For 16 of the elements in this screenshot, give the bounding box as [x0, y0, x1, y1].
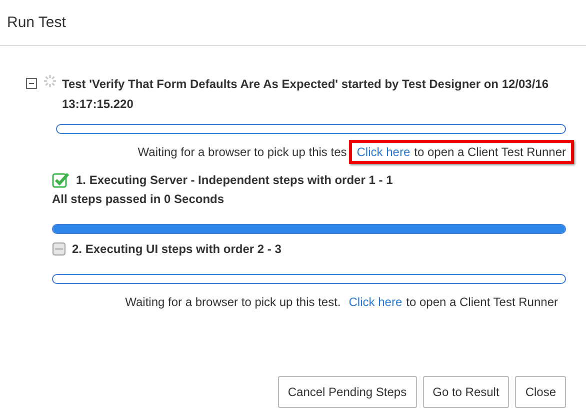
click-here-link[interactable]: Click here [348, 295, 402, 309]
window-title: Run Test [7, 14, 66, 31]
status-message: Waiting for a browser to pick up this tes [138, 145, 347, 159]
status-message: to open a Client Test Runner [414, 145, 566, 159]
click-here-link[interactable]: Click here [356, 145, 410, 159]
test-heading: Test 'Verify That Form Defaults Are As Expected' started by Test Designer on 12/03/16 13:17:15.220 [62, 76, 550, 113]
spinner-icon [43, 74, 57, 88]
collapse-icon[interactable] [26, 78, 37, 89]
step-summary: All steps passed in 0 Seconds [52, 192, 226, 206]
dialog-button[interactable]: Close [515, 376, 566, 408]
status-message: Waiting for a browser to pick up this test. [125, 295, 341, 309]
status-message: to open a Client Test Runner [406, 295, 558, 309]
dialog-button[interactable]: Cancel Pending Steps [278, 376, 417, 408]
step-title: 1. Executing Server - Independent steps with order 1 - 1 [76, 173, 393, 187]
step-title: 2. Executing UI steps with order 2 - 3 [72, 242, 282, 256]
dialog-button[interactable]: Go to Result [422, 376, 510, 408]
